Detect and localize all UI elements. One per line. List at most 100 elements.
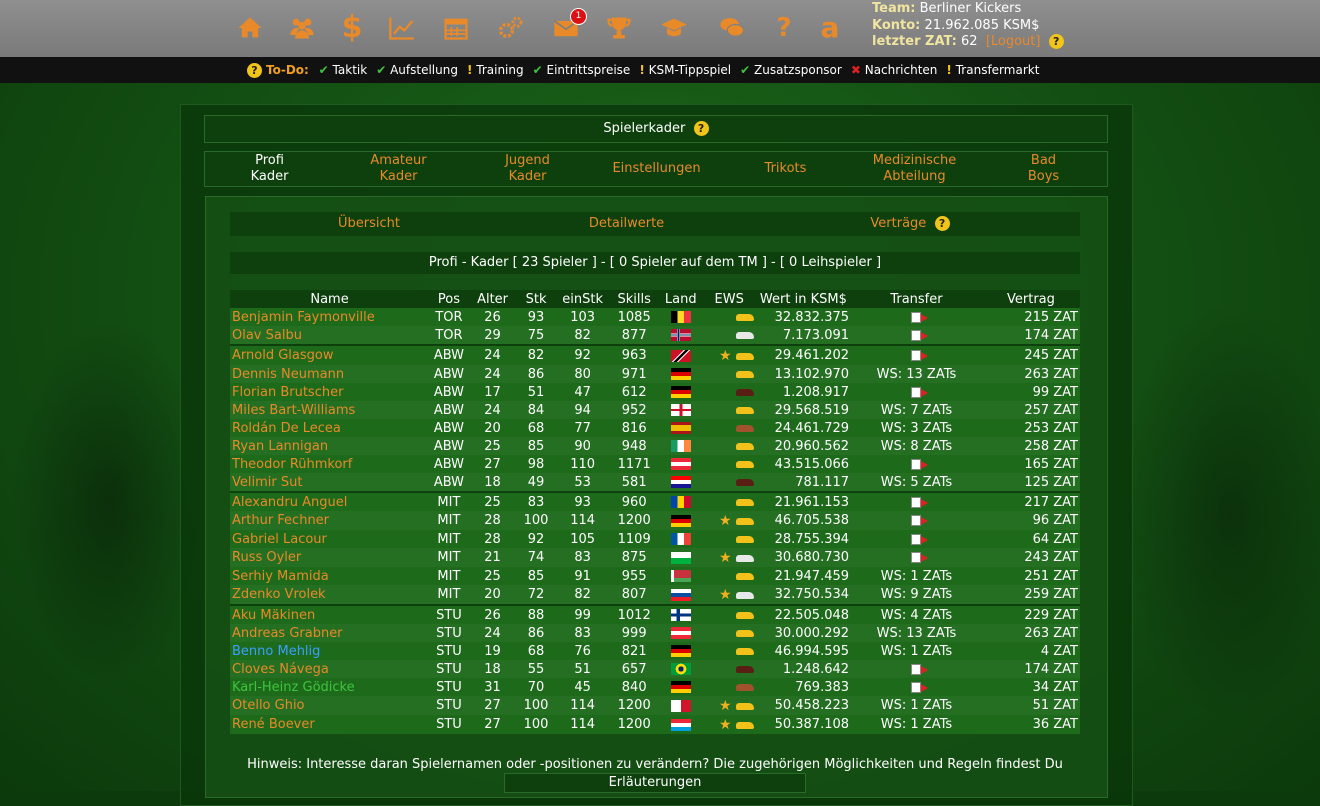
title-help-icon[interactable]: ? <box>693 121 709 136</box>
player-transfer[interactable]: WS: 1 ZATs <box>851 715 982 734</box>
transfer-offer-icon[interactable] <box>911 329 929 341</box>
tab-5[interactable]: Medizinische Abteilung <box>850 152 979 186</box>
player-name[interactable]: Theodor Rühmkorf <box>230 455 430 473</box>
tab-2[interactable]: Jugend Kader <box>463 152 592 186</box>
tab-6[interactable]: Bad Boys <box>979 152 1108 186</box>
todo-help-icon[interactable]: ? <box>247 63 262 78</box>
player-transfer[interactable] <box>851 344 982 365</box>
amazon-icon[interactable]: a <box>812 10 848 46</box>
player-name[interactable]: Roldán De Lecea <box>230 419 430 437</box>
player-name[interactable]: Benjamin Faymonville <box>230 308 430 326</box>
player-name[interactable]: Velimir Sut <box>230 473 430 492</box>
dollar-icon[interactable]: $ <box>334 10 370 46</box>
transfer-offer-icon[interactable] <box>911 350 929 361</box>
player-name[interactable]: Dennis Neumann <box>230 365 430 383</box>
player-transfer[interactable] <box>851 511 982 530</box>
todo-item[interactable]: ✔ Aufstellung <box>376 63 458 77</box>
player-transfer[interactable]: WS: 1 ZATs <box>851 567 982 585</box>
table-row[interactable]: Benjamin Faymonville TOR 26 93 103 1085 32.832… <box>230 308 1080 326</box>
col-skills[interactable]: Skills <box>609 290 659 308</box>
player-name[interactable]: Cloves Návega <box>230 660 430 678</box>
player-name[interactable]: Arnold Glasgow <box>230 344 430 365</box>
table-row[interactable]: Velimir Sut ABW 18 49 53 581 781.117 WS: 5 ZATs… <box>230 473 1080 492</box>
table-row[interactable]: Roldán De Lecea ABW 20 68 77 816 24.461.729 WS:… <box>230 419 1080 437</box>
transfer-offer-icon[interactable] <box>911 496 929 508</box>
chat-icon[interactable] <box>714 10 750 46</box>
table-row[interactable]: René Boever STU 27 100 114 1200 ★ 50.387.108 WS… <box>230 715 1080 734</box>
table-row[interactable]: Olav Salbu TOR 29 75 82 877 7.173.091 174 ZAT <box>230 326 1080 345</box>
tab-1[interactable]: Amateur Kader <box>334 152 463 186</box>
transfer-offer-icon[interactable] <box>911 663 929 675</box>
tab-4[interactable]: Trikots <box>721 152 850 186</box>
chart-icon[interactable] <box>384 10 420 46</box>
player-name[interactable]: Andreas Grabner <box>230 624 430 642</box>
player-name[interactable]: Benno Mehlig <box>230 642 430 660</box>
player-transfer[interactable]: WS: 8 ZATs <box>851 437 982 455</box>
trophy-icon[interactable] <box>601 10 637 46</box>
todo-item[interactable]: ! KSM-Tippspiel <box>639 63 731 77</box>
todo-item[interactable]: ✔ Zusatzsponsor <box>740 63 842 77</box>
player-transfer[interactable] <box>851 678 982 696</box>
users-icon[interactable] <box>284 10 320 46</box>
player-name[interactable]: Karl-Heinz Gödicke <box>230 678 430 696</box>
table-row[interactable]: Gabriel Lacour MIT 28 92 105 1109 28.755.394 64… <box>230 530 1080 548</box>
player-transfer[interactable] <box>851 383 982 401</box>
player-name[interactable]: Arthur Fechner <box>230 511 430 530</box>
todo-item[interactable]: ! Transfermarkt <box>946 63 1039 77</box>
table-row[interactable]: Karl-Heinz Gödicke STU 31 70 45 840 769.383 34 … <box>230 678 1080 696</box>
table-row[interactable]: Ryan Lannigan ABW 25 85 90 948 20.960.562 WS: 8… <box>230 437 1080 455</box>
calendar-icon[interactable] <box>438 10 474 46</box>
vertraege-help-icon[interactable]: ? <box>934 216 950 231</box>
transfer-offer-icon[interactable] <box>911 681 929 693</box>
col-wert[interactable]: Wert in KSM$ <box>755 290 852 308</box>
player-name[interactable]: René Boever <box>230 715 430 734</box>
erlaeuterungen-header[interactable]: Erläuterungen <box>504 773 806 793</box>
tab-0[interactable]: Profi Kader <box>205 152 334 186</box>
player-name[interactable]: Alexandru Anguel <box>230 491 430 511</box>
player-name[interactable]: Miles Bart-Williams <box>230 401 430 419</box>
player-transfer[interactable] <box>851 455 982 473</box>
player-transfer[interactable]: WS: 4 ZATs <box>851 604 982 624</box>
table-row[interactable]: Dennis Neumann ABW 24 86 80 971 13.102.970 WS: … <box>230 365 1080 383</box>
col-name[interactable]: Name <box>230 290 430 308</box>
player-name[interactable]: Serhiy Mamida <box>230 567 430 585</box>
player-transfer[interactable]: WS: 1 ZATs <box>851 696 982 715</box>
player-transfer[interactable]: WS: 3 ZATs <box>851 419 982 437</box>
table-row[interactable]: Cloves Návega STU 18 55 51 657 1.248.642 174 ZA… <box>230 660 1080 678</box>
player-transfer[interactable]: WS: 9 ZATs <box>851 585 982 605</box>
player-transfer[interactable] <box>851 530 982 548</box>
subtab-detailwerte[interactable]: Detailwerte <box>485 212 768 236</box>
col-ews[interactable]: EWS <box>702 290 756 308</box>
player-name[interactable]: Russ Oyler <box>230 548 430 567</box>
player-transfer[interactable] <box>851 491 982 511</box>
player-name[interactable]: Zdenko Vrolek <box>230 585 430 605</box>
table-row[interactable]: Arnold Glasgow ABW 24 82 92 963 ★ 29.461.202 24… <box>230 344 1080 365</box>
player-transfer[interactable] <box>851 326 982 345</box>
col-einstk[interactable]: einStk <box>555 290 610 308</box>
todo-item[interactable]: ✖ Nachrichten <box>851 63 938 77</box>
col-alter[interactable]: Alter <box>468 290 517 308</box>
player-transfer[interactable]: WS: 1 ZATs <box>851 642 982 660</box>
table-row[interactable]: Florian Brutscher ABW 17 51 47 612 1.208.917 99… <box>230 383 1080 401</box>
col-stk[interactable]: Stk <box>516 290 556 308</box>
gears-icon[interactable] <box>492 10 528 46</box>
todo-item[interactable]: ✔ Taktik <box>319 63 368 77</box>
player-name[interactable]: Florian Brutscher <box>230 383 430 401</box>
transfer-offer-icon[interactable] <box>911 311 929 323</box>
table-row[interactable]: Otello Ghio STU 27 100 114 1200 ★ 50.458.223 WS… <box>230 696 1080 715</box>
player-transfer[interactable]: WS: 13 ZATs <box>851 365 982 383</box>
player-name[interactable]: Aku Mäkinen <box>230 604 430 624</box>
help-icon[interactable]: ? <box>1048 34 1064 49</box>
table-row[interactable]: Theodor Rühmkorf ABW 27 98 110 1171 43.515.066… <box>230 455 1080 473</box>
table-row[interactable]: Arthur Fechner MIT 28 100 114 1200 ★ 46.705.53… <box>230 511 1080 530</box>
table-row[interactable]: Serhiy Mamida MIT 25 85 91 955 21.947.459 WS: 1… <box>230 567 1080 585</box>
player-name[interactable]: Ryan Lannigan <box>230 437 430 455</box>
help-icon[interactable]: ? <box>766 10 802 46</box>
player-transfer[interactable] <box>851 660 982 678</box>
player-transfer[interactable]: WS: 5 ZATs <box>851 473 982 492</box>
table-row[interactable]: Miles Bart-Williams ABW 24 84 94 952 29.568.51… <box>230 401 1080 419</box>
todo-item[interactable]: ! Training <box>467 63 524 77</box>
table-row[interactable]: Aku Mäkinen STU 26 88 99 1012 22.505.048 WS: 4 … <box>230 604 1080 624</box>
player-transfer[interactable]: WS: 7 ZATs <box>851 401 982 419</box>
table-row[interactable]: Zdenko Vrolek MIT 20 72 82 807 ★ 32.750.534 WS:… <box>230 585 1080 605</box>
